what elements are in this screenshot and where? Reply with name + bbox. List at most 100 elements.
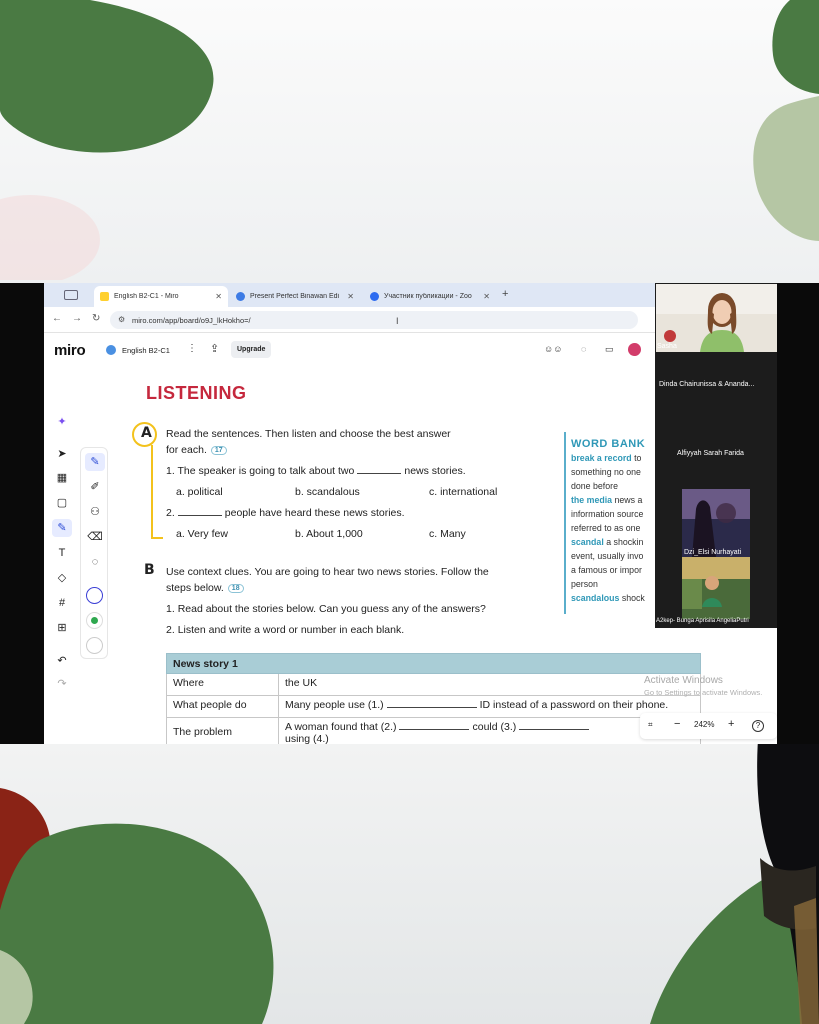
word-bank-line: something no one (571, 467, 641, 477)
word-bank-term: scandalous (571, 593, 620, 603)
video-tile-main[interactable] (656, 284, 777, 352)
zoom-out-button[interactable]: − (674, 718, 680, 730)
help-icon[interactable]: ? (752, 720, 764, 732)
word-bank-line: referred to as one (571, 523, 641, 533)
row-label: Where (166, 673, 279, 696)
word-bank-line: person (571, 579, 598, 589)
sage-blob-right (753, 96, 819, 241)
table-row: Where the UK (166, 673, 701, 696)
sage-blob-bottom-left (0, 950, 33, 1024)
word-bank-term: the media (571, 495, 613, 505)
word-bank-rule (564, 432, 566, 614)
section-b-instruction: Use context clues. You are going to hear… (166, 566, 489, 578)
green-blob-top-left (0, 0, 214, 153)
cell-text: using (4.) (285, 733, 329, 744)
section-b-instruction-cont: steps below. 18 (166, 582, 244, 594)
step-number: 2. (166, 624, 175, 636)
instruction-text: for each. (166, 444, 207, 456)
table-row: The problem A woman found that (2.) could… (166, 717, 701, 744)
q2-option-c: c. Many (429, 528, 466, 540)
word-bank-line: scandal a shockin (571, 537, 643, 547)
question-text: The speaker is going to talk about two (177, 465, 355, 477)
question-text: people have heard these news stories. (224, 507, 405, 519)
cell-text: ID instead of a password on their phone. (479, 699, 669, 711)
q2-option-b: b. About 1,000 (295, 528, 363, 540)
highlight-stroke (151, 537, 163, 539)
audio-track-badge[interactable]: 17 (210, 445, 227, 455)
q1-option-a: a. political (176, 486, 223, 498)
word-bank-text: shock (619, 593, 645, 603)
zoom-controls: ⌗ − 242% + ? (640, 713, 777, 739)
word-bank-term: scandal (571, 537, 604, 547)
participant-name: Sasha (657, 343, 677, 350)
section-letter-a: A (141, 425, 152, 441)
word-bank-text: a shockin (603, 537, 644, 547)
word-bank-text: to (631, 453, 642, 463)
answer-blank (399, 729, 470, 730)
cell-text: Many people use (1.) (285, 699, 384, 711)
answer-blank (357, 473, 402, 474)
section-a-instruction: Read the sentences. Then listen and choo… (166, 428, 451, 440)
row-value: Many people use (1.) ID instead of a pass… (278, 695, 701, 718)
audio-track-badge[interactable]: 18 (227, 583, 244, 593)
webcam-feed (682, 557, 750, 619)
activate-windows-hint: Go to Settings to activate Windows. (644, 688, 763, 697)
word-bank-line: scandalous shock (571, 593, 645, 603)
pink-glow (0, 195, 100, 280)
table-row: What people do Many people use (1.) ID in… (166, 695, 701, 718)
q2-option-a: a. Very few (176, 528, 228, 540)
word-bank-line: information source (571, 509, 644, 519)
video-tile-thumbnail[interactable] (682, 489, 750, 557)
word-bank-line: break a record to (571, 453, 641, 463)
q1-option-c: c. international (429, 486, 498, 498)
word-bank-line: event, usually invo (571, 551, 644, 561)
answer-blank (177, 515, 222, 516)
word-bank-line: done before (571, 481, 618, 491)
webcam-feed (656, 284, 777, 352)
instruction-text: You are going to hear two news stories. … (254, 566, 489, 578)
section-letter-b: B (144, 562, 155, 578)
video-tile-thumbnail[interactable] (682, 557, 750, 619)
word-bank-text: news a (612, 495, 643, 505)
activate-windows-watermark: Activate Windows (644, 675, 723, 686)
table-header-row: News story 1 (166, 653, 701, 674)
participant-name: Dinda Chairunissa & Ananda... (659, 381, 755, 388)
row-label: What people do (166, 695, 279, 718)
table-header: News story 1 (166, 653, 701, 674)
cell-text: A woman found that (2.) (285, 721, 397, 733)
webcam-feed (682, 489, 750, 557)
question-2: 2. people have heard these news stories. (166, 507, 405, 519)
word-bank-line: a famous or impor (571, 565, 642, 575)
step-text: Listen and write a word or number in eac… (177, 624, 405, 636)
cell-text: could (3.) (472, 721, 517, 733)
green-blob-top-right (772, 0, 819, 94)
answer-blank (386, 707, 477, 708)
page-title: LISTENING (146, 383, 247, 403)
row-value: the UK (278, 673, 701, 696)
step-number: 1. (166, 603, 175, 615)
participant-name: A2kep- Bunga Aprisila AngeliaPutri (656, 618, 749, 624)
zoom-in-button[interactable]: + (728, 718, 734, 730)
row-value: A woman found that (2.) could (3.) using (… (278, 717, 701, 744)
zoom-level[interactable]: 242% (694, 720, 714, 729)
word-bank-line: the media news a (571, 495, 642, 505)
word-bank-term: break a record (571, 453, 632, 463)
row-label: The problem (166, 717, 279, 744)
highlight-stroke (151, 445, 153, 539)
fit-screen-icon[interactable]: ⌗ (648, 720, 653, 730)
question-text: news stories. (404, 465, 466, 477)
answer-blank (519, 729, 590, 730)
section-a-instruction-cont: for each. 17 (166, 444, 227, 456)
step-1: 1. Read about the stories below. Can you… (166, 603, 486, 615)
news-story-table: News story 1 Where the UK What people do… (166, 653, 701, 744)
word-bank-title: WORD BANK (571, 438, 646, 450)
question-number: 2. (166, 507, 175, 519)
question-1: 1. The speaker is going to talk about tw… (166, 465, 466, 477)
participant-name: Dzi_Elsi Nurhayati (684, 549, 742, 556)
step-text: Read about the stories below. Can you gu… (177, 603, 486, 615)
question-number: 1. (166, 465, 175, 477)
participant-name: Alfiyyah Sarah Farida (677, 450, 744, 457)
q1-option-b: b. scandalous (295, 486, 360, 498)
instruction-text: steps below. (166, 582, 224, 594)
green-blob-bottom-left (0, 823, 274, 1024)
